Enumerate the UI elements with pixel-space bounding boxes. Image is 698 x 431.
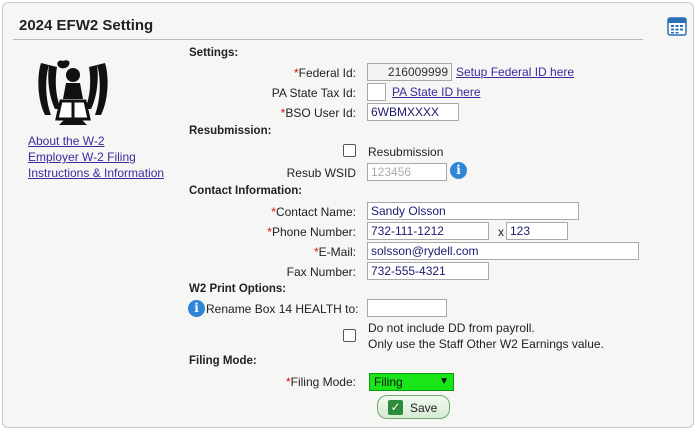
federal-id-field[interactable]: 216009999 — [367, 63, 452, 81]
link-about-w2[interactable]: About the W-2 — [28, 133, 164, 149]
phone-extension-field[interactable]: 123 — [506, 222, 568, 240]
contact-name-field[interactable]: Sandy Olsson — [367, 202, 579, 220]
fax-number-field[interactable]: 732-555-4321 — [367, 262, 489, 280]
exclude-dd-checkbox[interactable] — [343, 329, 356, 342]
w2-print-options-heading: W2 Print Options: — [189, 283, 287, 295]
save-button[interactable]: ✓ Save — [377, 395, 450, 419]
pa-state-id-link[interactable]: PA State ID here — [392, 85, 481, 99]
info-icon[interactable]: i — [450, 162, 467, 179]
settings-heading: Settings: — [189, 47, 239, 59]
pa-state-tax-id-label: PA State Tax Id: — [271, 86, 356, 100]
chevron-down-icon: ▼ — [439, 376, 449, 387]
email-label: *E-Mail: — [313, 245, 356, 259]
federal-id-label: *Federal Id: — [293, 66, 356, 80]
phone-ext-separator: x — [498, 225, 504, 239]
sidebar-links: About the W-2 Employer W-2 Filing Instru… — [28, 133, 164, 181]
bso-user-id-label: *BSO User Id: — [280, 106, 356, 120]
contact-name-label: *Contact Name: — [271, 205, 356, 219]
filing-mode-heading: Filing Mode: — [189, 355, 257, 367]
phone-number-label: *Phone Number: — [267, 225, 356, 239]
title-divider — [13, 39, 643, 40]
resub-wsid-label: Resub WSID — [286, 166, 356, 180]
resubmission-checkbox[interactable] — [343, 144, 356, 157]
page-title: 2024 EFW2 Setting — [19, 17, 154, 34]
filing-mode-value: Filing — [374, 375, 403, 389]
resubmission-checkbox-label: Resubmission — [368, 145, 444, 159]
exclude-dd-line2: Only use the Staff Other W2 Earnings val… — [368, 337, 604, 351]
filing-mode-select[interactable]: Filing ▼ — [369, 373, 454, 391]
save-button-label: Save — [410, 401, 438, 415]
irs-eagle-logo — [38, 60, 108, 125]
resub-wsid-field[interactable]: 123456 — [367, 163, 447, 181]
contact-heading: Contact Information: — [189, 185, 303, 197]
efw2-settings-panel: 2024 EFW2 Setting About the W-2 Employer… — [2, 2, 694, 428]
link-employer-w2-filing[interactable]: Employer W-2 Filing — [28, 149, 164, 165]
resubmission-heading: Resubmission: — [189, 125, 272, 137]
email-field[interactable]: solsson@rydell.com — [367, 242, 639, 260]
info-icon[interactable]: i — [188, 300, 205, 317]
check-icon: ✓ — [388, 400, 403, 415]
rename-box14-label: Rename Box 14 HEALTH to: — [206, 302, 359, 316]
link-instructions[interactable]: Instructions & Information — [28, 165, 164, 181]
rename-box14-field[interactable] — [367, 299, 447, 317]
fax-number-label: Fax Number: — [286, 265, 356, 279]
bso-user-id-field[interactable]: 6WBMXXXX — [367, 103, 459, 121]
pa-state-tax-id-field[interactable] — [367, 83, 386, 101]
phone-number-field[interactable]: 732-111-1212 — [367, 222, 489, 240]
setup-federal-id-link[interactable]: Setup Federal ID here — [456, 65, 574, 79]
filing-mode-label: *Filing Mode: — [285, 375, 356, 389]
exclude-dd-line1: Do not include DD from payroll. — [368, 321, 535, 335]
calendar-icon[interactable] — [666, 15, 688, 37]
